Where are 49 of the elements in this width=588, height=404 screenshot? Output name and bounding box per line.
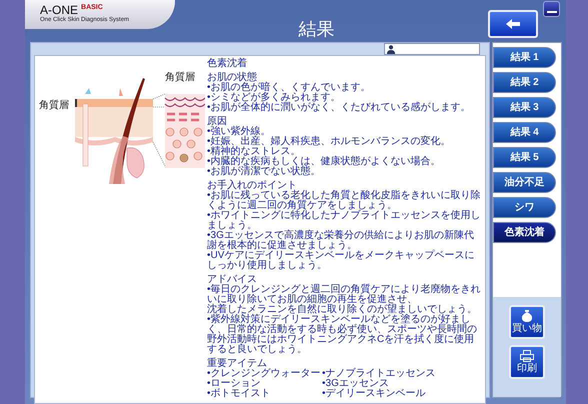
section-title: 原因 [207, 117, 228, 127]
window-title: 結果 [298, 18, 334, 40]
list-item: •ナノブライトエッセンス [322, 369, 437, 379]
list-item: •ホワイトニングに特化したナノブライトエッセンスを使用しましょう。 [207, 211, 481, 231]
list-item: •シミなどが多くみられます。 [207, 93, 342, 103]
result-tab[interactable]: 油分不足 [493, 172, 556, 193]
list-item: 沈着したメラニンを自然に取り除くのが望ましいでしょう。 [207, 305, 478, 315]
shopping-button[interactable]: 買い物 [509, 305, 545, 339]
list-item: •3Gエッセンスで高濃度な栄養分の供給によりお肌の新陳代謝を根本的に促進させましょう。 [207, 231, 475, 251]
list-item: •ローション [207, 379, 262, 389]
result-tab[interactable]: 結果 1 [493, 47, 556, 68]
report-heading: 色素沈着 [207, 59, 248, 69]
minimize-button[interactable] [543, 1, 560, 17]
list-item: •UVケアにデイリースキンベールをメークキャップベースにしっかり使用しましょう。 [207, 251, 476, 271]
person-icon [387, 44, 395, 54]
section-title: お手入れのポイント [207, 181, 297, 191]
list-item: •ボトモイスト [207, 389, 272, 399]
section-title: 重要アイテム [207, 359, 267, 369]
list-item: •クレンジングウォーター [207, 369, 322, 379]
left-arrow-icon [506, 19, 520, 29]
list-item: •妊娠、出産、婦人科疾患、ホルモンバランスの変化。 [207, 137, 452, 147]
print-button[interactable]: 印刷 [509, 345, 545, 379]
section-title: アドバイス [207, 275, 258, 285]
logo-text: A-ONE [40, 4, 78, 16]
result-tab[interactable]: 結果 3 [493, 97, 556, 118]
result-tab[interactable]: シワ [493, 197, 556, 218]
back-button[interactable] [488, 10, 538, 38]
minimize-icon [546, 11, 556, 13]
list-item: •お肌が全体的に潤いがなく、くたびれている感がします。 [207, 103, 472, 113]
list-item: •毎日のクレンジングと週二回の角質ケアにより老廃物をきれいに取り除いてお肌の細胞の再生を促進させ、 [207, 285, 481, 305]
layer-label: 角質層 [39, 100, 69, 111]
list-item: •3Gエッセンス [322, 379, 390, 389]
list-item: •精神的なストレス。 [207, 147, 302, 157]
layer-label: 角質層 [165, 72, 195, 83]
result-tab[interactable]: 結果 5 [493, 147, 556, 168]
printer-icon [520, 350, 534, 362]
list-item: •お肌が清潔でない状態。 [207, 167, 322, 177]
bag-icon [521, 310, 533, 322]
list-item: •お肌の色が暗く、くすんでいます。 [207, 83, 372, 93]
result-tab[interactable]: 結果 2 [493, 72, 556, 93]
list-item: •デイリースキンベール [322, 389, 427, 399]
list-item: •強い紫外線。 [207, 127, 271, 137]
list-item: •内臓的な疾病もしくは、健康状態がよくない場合。 [207, 157, 442, 167]
list-item: •お肌に残っている老化した角質と酸化皮脂をきれいに取り除くように週二回の角質ケアをしましょう。 [207, 191, 481, 211]
result-tab[interactable]: 結果 4 [493, 122, 556, 143]
list-item: •紫外線対策にデイリースキンベールなどを塗るのが好ましく、日常的な活動をする時も必ず使い、スポーツや長時間の野外活動時にはホワイトニングアクネCを汗を拭く度に使用すると良いでしょう。 [207, 315, 478, 355]
user-field[interactable] [384, 43, 480, 55]
section-title: お肌の状態 [207, 73, 257, 83]
result-tab[interactable]: 色素沈着 [493, 222, 556, 243]
